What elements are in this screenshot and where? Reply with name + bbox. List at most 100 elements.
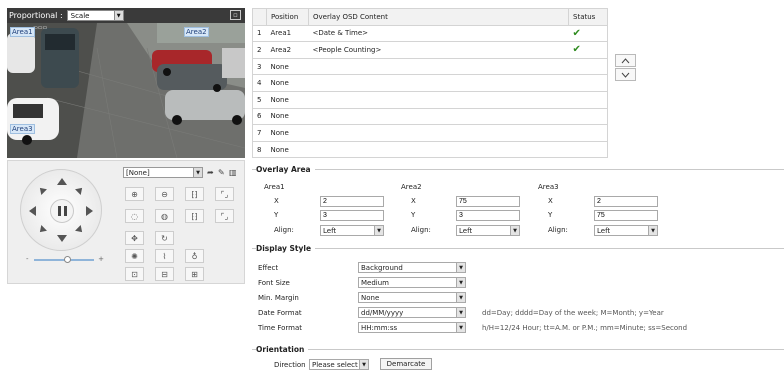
osd-content-table: Position Overlay OSD Content Status 1 Are… <box>252 8 608 159</box>
table-row[interactable]: 5 None <box>252 91 608 109</box>
snapshot-button[interactable]: ⊟ <box>155 267 174 281</box>
scale-mode-select[interactable]: Scale ▼ <box>66 10 124 21</box>
area-tag-area2: Area2 <box>184 27 209 37</box>
chevron-down-icon: ▼ <box>456 293 465 302</box>
pan-left-icon[interactable] <box>29 206 36 216</box>
menu-icon: ⊞ <box>191 269 198 279</box>
auto-scan-button[interactable]: ✥ <box>125 231 144 245</box>
orientation-section: Orientation Direction Please select ▼ <box>252 345 784 377</box>
ptz-speed-slider[interactable]: - + <box>26 255 104 265</box>
effect-label: Effect <box>258 264 279 272</box>
direction-select[interactable]: Please select ▼ <box>309 359 369 370</box>
area2-x-input[interactable] <box>456 196 520 207</box>
area1-align-select[interactable]: Left ▼ <box>320 225 384 236</box>
row-status <box>568 141 608 159</box>
table-row[interactable]: 2 Area2 <People Counting> ✔ <box>252 41 608 59</box>
iris-close-icon: ◍ <box>161 211 168 221</box>
edit-preset-icon[interactable]: ✎ <box>218 168 225 177</box>
date-format-select[interactable]: dd/MM/yyyy ▼ <box>358 307 466 318</box>
time-format-select[interactable]: HH:mm:ss ▼ <box>358 322 466 333</box>
table-row[interactable]: 1 Area1 <Date & Time> ✔ <box>252 25 608 43</box>
chevron-down-icon: ▼ <box>648 226 657 235</box>
demarcate-button[interactable]: Demarcate <box>380 358 432 370</box>
pan-down-right-icon[interactable] <box>75 225 85 235</box>
row-position: None <box>266 108 309 126</box>
row-content: <People Counting> <box>308 41 569 59</box>
area2-y-input[interactable] <box>456 210 520 221</box>
focus-near-button[interactable]: ⁅⁆ <box>185 187 204 201</box>
record-button[interactable]: ⊡ <box>125 267 144 281</box>
font-size-value: Medium <box>361 278 389 287</box>
pan-down-icon[interactable] <box>57 235 67 242</box>
slider-thumb[interactable] <box>64 256 71 263</box>
call-preset-icon[interactable]: ➦ <box>207 168 214 177</box>
pause-icon <box>57 206 61 216</box>
pan-right-icon[interactable] <box>86 206 93 216</box>
preset-select-value: [None] <box>126 168 150 177</box>
zoom-out-button[interactable]: ⊖ <box>155 187 174 201</box>
delete-preset-icon[interactable]: ▥ <box>229 168 237 177</box>
pan-up-right-icon[interactable] <box>75 185 85 195</box>
row-status <box>568 58 608 76</box>
focus-far-button[interactable]: ⌜⌟ <box>215 187 234 201</box>
chevron-down-icon: ▼ <box>193 168 202 177</box>
area3-align-select[interactable]: Left ▼ <box>594 225 658 236</box>
table-row[interactable]: 7 None <box>252 124 608 142</box>
menu-button[interactable]: ⊞ <box>185 267 204 281</box>
pan-up-left-icon[interactable] <box>37 185 47 195</box>
iris-close-button[interactable]: ◍ <box>155 209 174 223</box>
scale-mode-value: Scale <box>70 11 90 20</box>
area2-align-select[interactable]: Left ▼ <box>456 225 520 236</box>
area1-y-input[interactable] <box>320 210 384 221</box>
date-format-value: dd/MM/yyyy <box>361 308 404 317</box>
pan-up-icon[interactable] <box>57 178 67 185</box>
table-row[interactable]: 4 None <box>252 74 608 92</box>
area3-x-input[interactable] <box>594 196 658 207</box>
heater-button[interactable]: ♁ <box>185 249 204 263</box>
row-position: None <box>266 58 309 76</box>
direction-value: Please select <box>312 360 358 369</box>
record-icon: ⊡ <box>131 269 138 279</box>
table-row[interactable]: 3 None <box>252 58 608 76</box>
chevron-down-icon: ▼ <box>359 360 368 369</box>
light-icon: ✺ <box>131 251 138 261</box>
video-preview[interactable]: Proportional : Scale ▼ ▫ ▭▭▭ Area1 Area2… <box>7 8 245 158</box>
font-size-select[interactable]: Medium ▼ <box>358 277 466 288</box>
fullscreen-button[interactable]: ▫ <box>230 10 241 20</box>
move-down-button[interactable] <box>615 68 636 81</box>
min-margin-select[interactable]: None ▼ <box>358 292 466 303</box>
chevron-down-icon: ▼ <box>456 308 465 317</box>
pause-button[interactable] <box>50 199 74 223</box>
iris-open-button[interactable]: ◌ <box>125 209 144 223</box>
pan-down-left-icon[interactable] <box>37 225 47 235</box>
plus-icon: + <box>98 255 104 263</box>
preset-select[interactable]: [None] ▼ <box>123 167 203 178</box>
chevron-up-icon <box>621 57 630 63</box>
wiper-button[interactable]: ⌇ <box>155 249 174 263</box>
zoom-in-button[interactable]: ⊕ <box>125 187 144 201</box>
area2-y-label: Y <box>411 211 416 219</box>
row-index: 3 <box>252 58 267 76</box>
status-check-icon: ✔ <box>568 41 608 59</box>
display-style-section: Display Style Effect Background ▼ Font S… <box>252 244 784 338</box>
table-row[interactable]: 6 None <box>252 108 608 126</box>
area2-align-value: Left <box>459 226 473 235</box>
table-header-row: Position Overlay OSD Content Status <box>252 8 608 26</box>
area2-x-label: X <box>411 197 416 205</box>
row-content <box>308 141 569 159</box>
row-position: None <box>266 141 309 159</box>
table-row[interactable]: 8 None <box>252 141 608 159</box>
effect-select[interactable]: Background ▼ <box>358 262 466 273</box>
light-button[interactable]: ✺ <box>125 249 144 263</box>
one-push-focus-button[interactable]: ⌜⌟ <box>215 209 234 223</box>
chevron-down-icon: ▼ <box>456 278 465 287</box>
col-header-index <box>252 8 267 26</box>
area3-y-input[interactable] <box>594 210 658 221</box>
rotate-button[interactable]: ↻ <box>155 231 174 245</box>
auto-focus-button[interactable]: ⁅⁆ <box>185 209 204 223</box>
bulb-icon: ♁ <box>191 251 198 261</box>
area1-x-input[interactable] <box>320 196 384 207</box>
zoom-out-icon: ⊖ <box>161 189 168 199</box>
chevron-down-icon <box>621 72 630 78</box>
move-up-button[interactable] <box>615 54 636 67</box>
